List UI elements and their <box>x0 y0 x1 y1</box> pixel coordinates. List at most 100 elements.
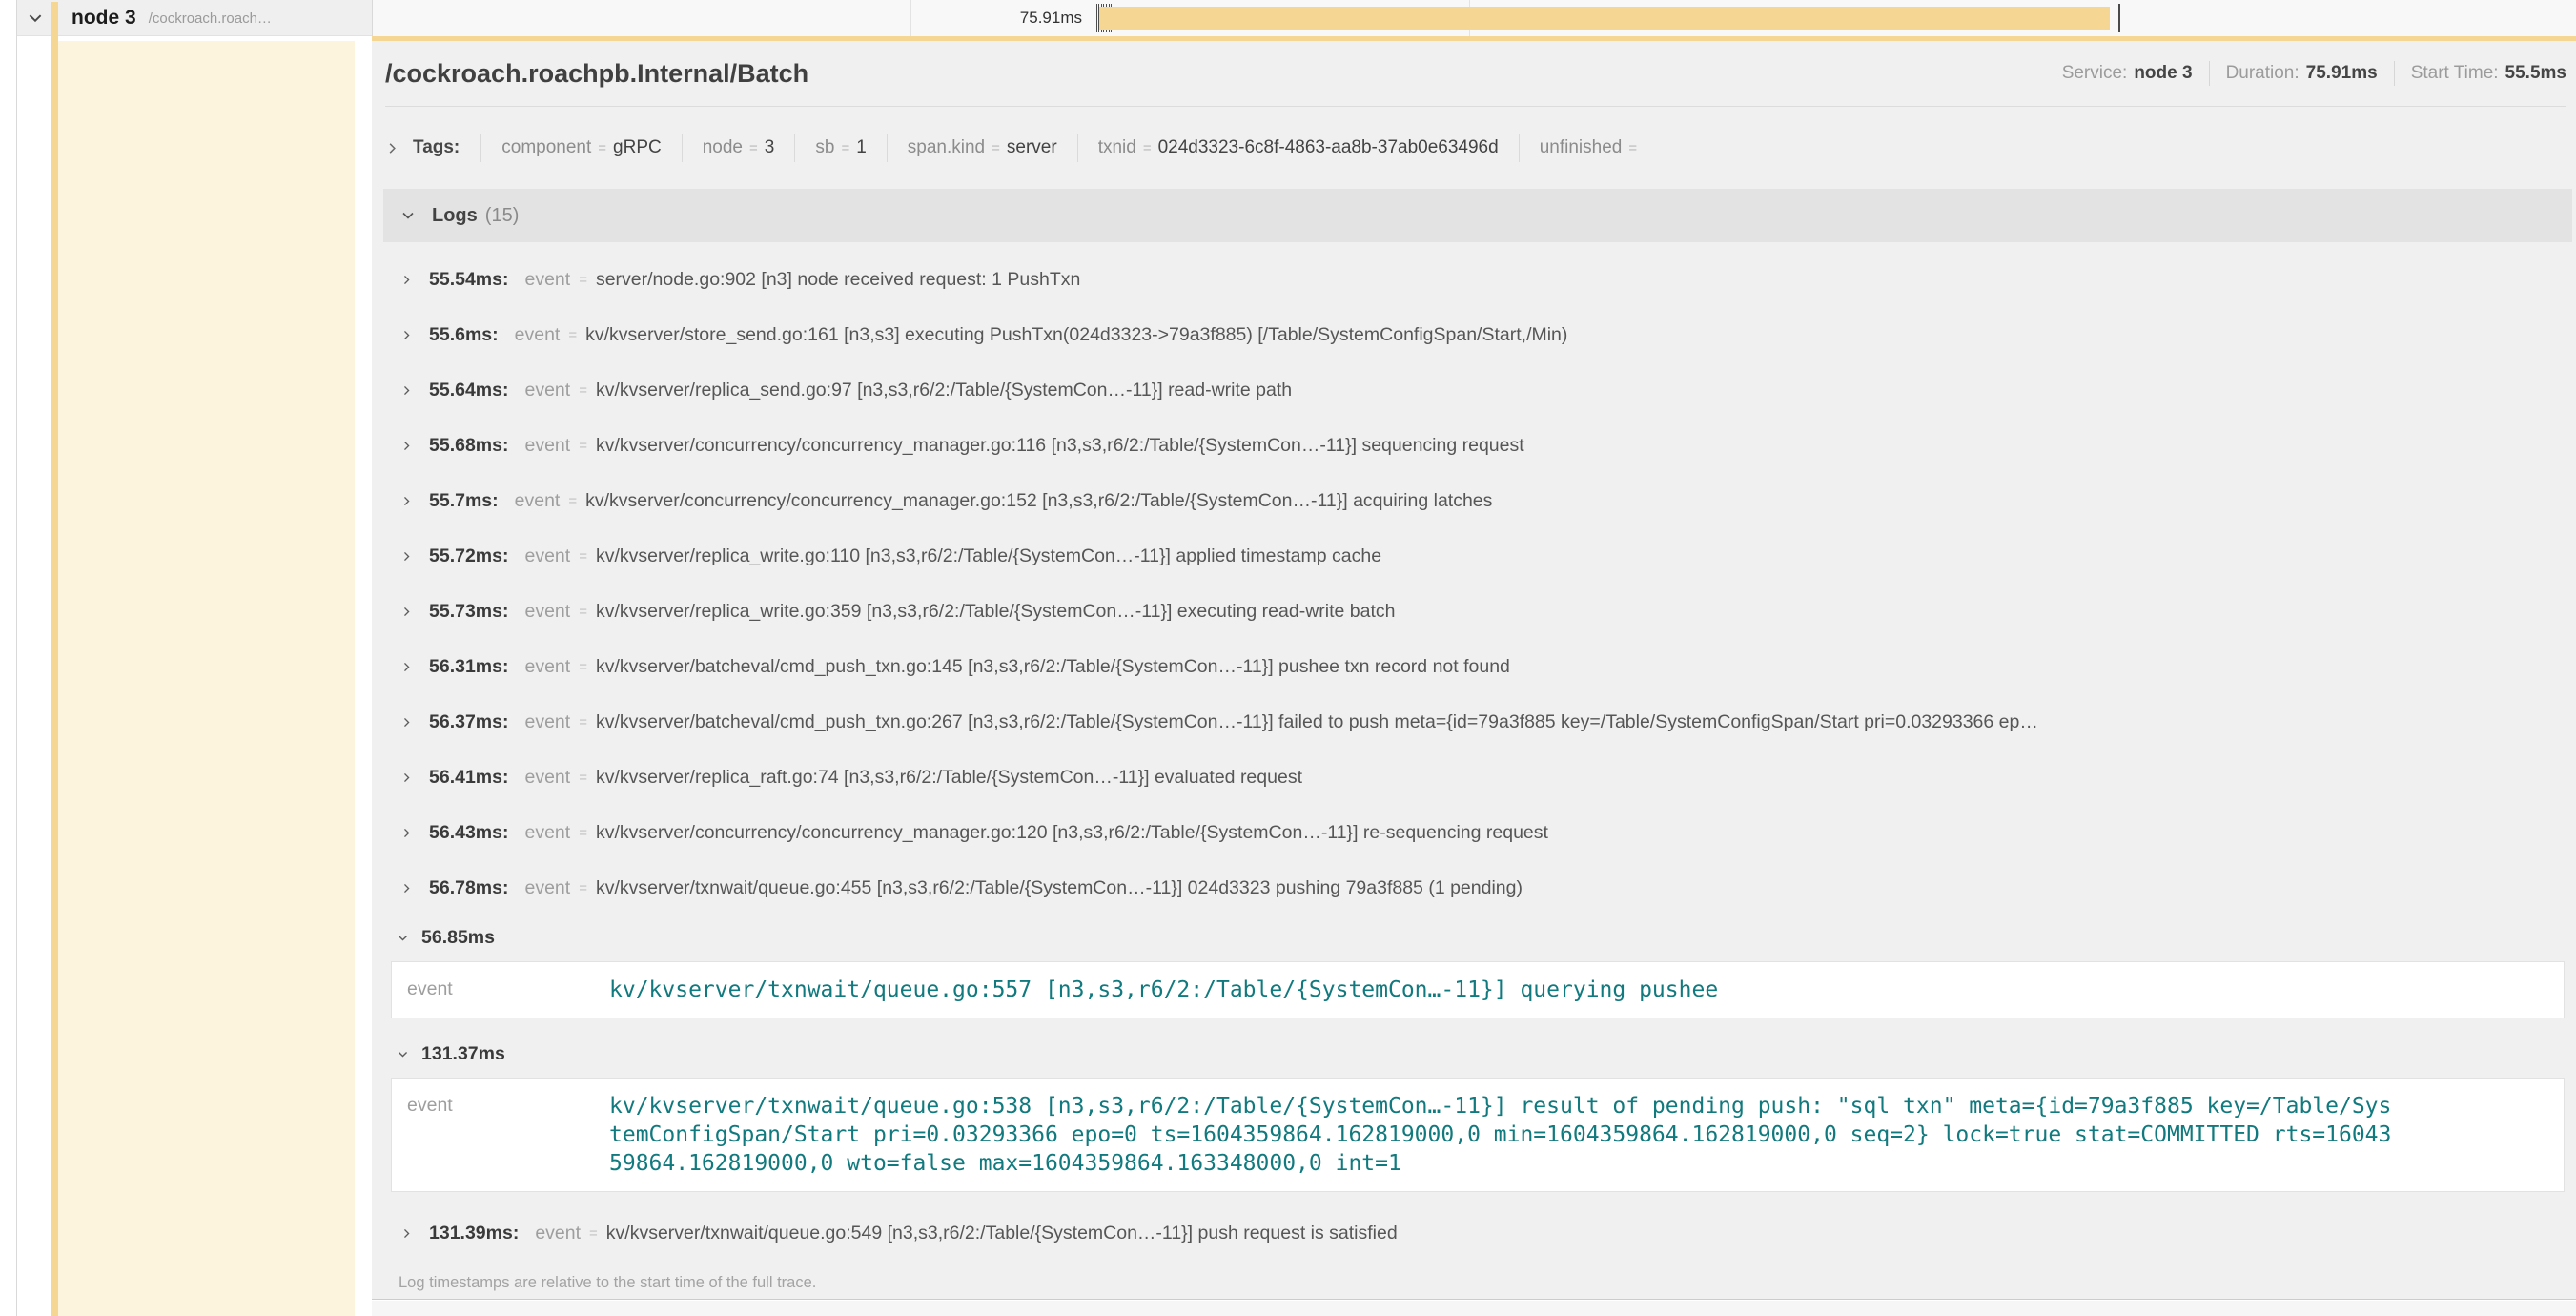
log-timestamp: 55.7ms: <box>429 490 499 512</box>
log-row[interactable]: 56.43ms: event = kv/kvserver/concurrency… <box>383 805 2572 860</box>
selected-row-highlight <box>58 41 355 1316</box>
span-name-cell[interactable]: node 3 /cockroach.roach… <box>17 0 372 36</box>
log-row[interactable]: 55.54ms: event = server/node.go:902 [n3]… <box>383 252 2572 307</box>
equals-sign: = <box>1143 140 1152 156</box>
log-row[interactable]: 55.68ms: event = kv/kvserver/concurrency… <box>383 418 2572 473</box>
log-timestamp: 55.6ms: <box>429 324 499 346</box>
equals-sign: = <box>598 140 606 156</box>
log-row[interactable]: 56.37ms: event = kv/kvserver/batcheval/c… <box>383 694 2572 750</box>
tag-key: span.kind <box>908 137 985 158</box>
log-row[interactable]: 56.31ms: event = kv/kvserver/batcheval/c… <box>383 639 2572 694</box>
equals-sign: = <box>749 140 758 156</box>
log-row-expanded-toggle[interactable]: 131.37ms <box>383 1032 2572 1076</box>
tag-key: txnid <box>1098 137 1136 158</box>
log-key: event <box>515 324 561 346</box>
equals-sign: = <box>992 140 1000 156</box>
tag-value: server <box>1007 137 1057 158</box>
log-key: event <box>524 269 570 291</box>
log-timestamp: 56.43ms: <box>429 822 508 844</box>
log-timestamp: 55.68ms: <box>429 435 508 457</box>
chevron-right-icon <box>400 1227 413 1240</box>
log-row[interactable]: 55.73ms: event = kv/kvserver/replica_wri… <box>383 584 2572 639</box>
log-field-value: kv/kvserver/txnwait/queue.go:538 [n3,s3,… <box>609 1092 2548 1178</box>
logs-toggle[interactable]: Logs (15) <box>383 189 2572 242</box>
tag-value: 1 <box>856 137 867 158</box>
log-key: event <box>524 601 570 623</box>
log-timestamp: 56.31ms: <box>429 656 508 678</box>
log-timestamp: 56.85ms <box>421 927 495 949</box>
tag-key: node <box>703 137 743 158</box>
log-message: kv/kvserver/concurrency/concurrency_mana… <box>596 435 1524 457</box>
log-message: kv/kvserver/store_send.go:161 [n3,s3] ex… <box>585 324 1567 346</box>
log-timestamp: 55.54ms: <box>429 269 508 291</box>
log-row[interactable]: 55.64ms: event = kv/kvserver/replica_sen… <box>383 362 2572 418</box>
log-key: event <box>524 656 570 678</box>
log-row[interactable]: 55.6ms: event = kv/kvserver/store_send.g… <box>383 307 2572 362</box>
equals-sign: = <box>568 493 577 509</box>
equals-sign: = <box>579 659 587 675</box>
log-row[interactable]: 55.7ms: event = kv/kvserver/concurrency/… <box>383 473 2572 528</box>
log-key: event <box>535 1223 581 1244</box>
equals-sign: = <box>579 825 587 841</box>
tag-item: txnid = 024d3323-6c8f-4863-aa8b-37ab0e63… <box>1077 134 1519 162</box>
log-key: event <box>524 380 570 401</box>
tag-value: 3 <box>765 137 775 158</box>
span-color-stripe <box>51 2 58 1316</box>
equals-sign: = <box>579 438 587 454</box>
chevron-right-icon <box>400 661 413 673</box>
log-row[interactable]: 55.72ms: event = kv/kvserver/replica_wri… <box>383 528 2572 584</box>
start-time-label: Start Time: <box>2411 63 2499 84</box>
tag-item: node = 3 <box>682 134 795 162</box>
log-message: kv/kvserver/txnwait/queue.go:549 [n3,s3,… <box>606 1223 1398 1244</box>
chevron-down-icon <box>397 1048 409 1060</box>
equals-sign: = <box>579 770 587 786</box>
log-row-expanded-toggle[interactable]: 56.85ms <box>383 915 2572 959</box>
chevron-right-icon <box>400 440 413 452</box>
log-message: kv/kvserver/concurrency/concurrency_mana… <box>596 822 1548 844</box>
chevron-right-icon <box>400 550 413 563</box>
log-field-key: event <box>407 976 609 1004</box>
log-timestamp: 55.64ms: <box>429 380 508 401</box>
logs-footer-note: Log timestamps are relative to the start… <box>383 1261 2572 1292</box>
span-duration-bar[interactable] <box>1099 7 2110 30</box>
equals-sign: = <box>579 880 587 896</box>
trace-left-divider <box>16 0 17 1316</box>
log-timestamp: 56.78ms: <box>429 877 508 899</box>
chevron-right-icon <box>400 771 413 784</box>
logs-count: (15) <box>485 205 520 227</box>
equals-sign: = <box>579 272 587 288</box>
chevron-right-icon <box>400 827 413 839</box>
equals-sign: = <box>1628 140 1637 156</box>
equals-sign: = <box>579 604 587 620</box>
log-message: kv/kvserver/batcheval/cmd_push_txn.go:26… <box>596 711 2038 733</box>
equals-sign: = <box>579 714 587 730</box>
log-key: event <box>524 435 570 457</box>
chevron-down-icon[interactable] <box>27 10 44 27</box>
chevron-right-icon <box>400 882 413 894</box>
tag-key: unfinished <box>1540 137 1623 158</box>
equals-sign: = <box>589 1225 598 1242</box>
log-row[interactable]: 56.41ms: event = kv/kvserver/replica_raf… <box>383 750 2572 805</box>
start-time-value: 55.5ms <box>2505 63 2566 84</box>
chevron-down-icon <box>397 932 409 944</box>
log-row[interactable]: 131.39ms: event = kv/kvserver/txnwait/qu… <box>383 1205 2572 1261</box>
chevron-right-icon <box>400 606 413 618</box>
span-service-name: node 3 <box>72 7 136 30</box>
span-detail-panel: /cockroach.roachpb.Internal/Batch Servic… <box>372 41 2576 1300</box>
log-row[interactable]: 56.78ms: event = kv/kvserver/txnwait/que… <box>383 860 2572 915</box>
logs-title: Logs <box>432 205 478 227</box>
log-field-value: kv/kvserver/txnwait/queue.go:557 [n3,s3,… <box>609 976 1866 1004</box>
span-title: /cockroach.roachpb.Internal/Batch <box>385 59 808 89</box>
log-key: event <box>524 822 570 844</box>
tags-label: Tags: <box>413 137 460 158</box>
tags-toggle[interactable]: Tags: component = gRPC node = 3 sb = 1 s… <box>385 107 2576 189</box>
log-message: server/node.go:902 [n3] node received re… <box>596 269 1080 291</box>
tag-key: sb <box>815 137 834 158</box>
equals-sign: = <box>579 382 587 399</box>
duration-label: Duration: <box>2226 63 2300 84</box>
log-key: event <box>524 877 570 899</box>
log-event-detail: event kv/kvserver/txnwait/queue.go:538 [… <box>391 1078 2565 1192</box>
meta-divider <box>2394 61 2395 86</box>
span-timeline-row[interactable]: 75.91ms <box>372 0 2576 36</box>
equals-sign: = <box>568 327 577 343</box>
